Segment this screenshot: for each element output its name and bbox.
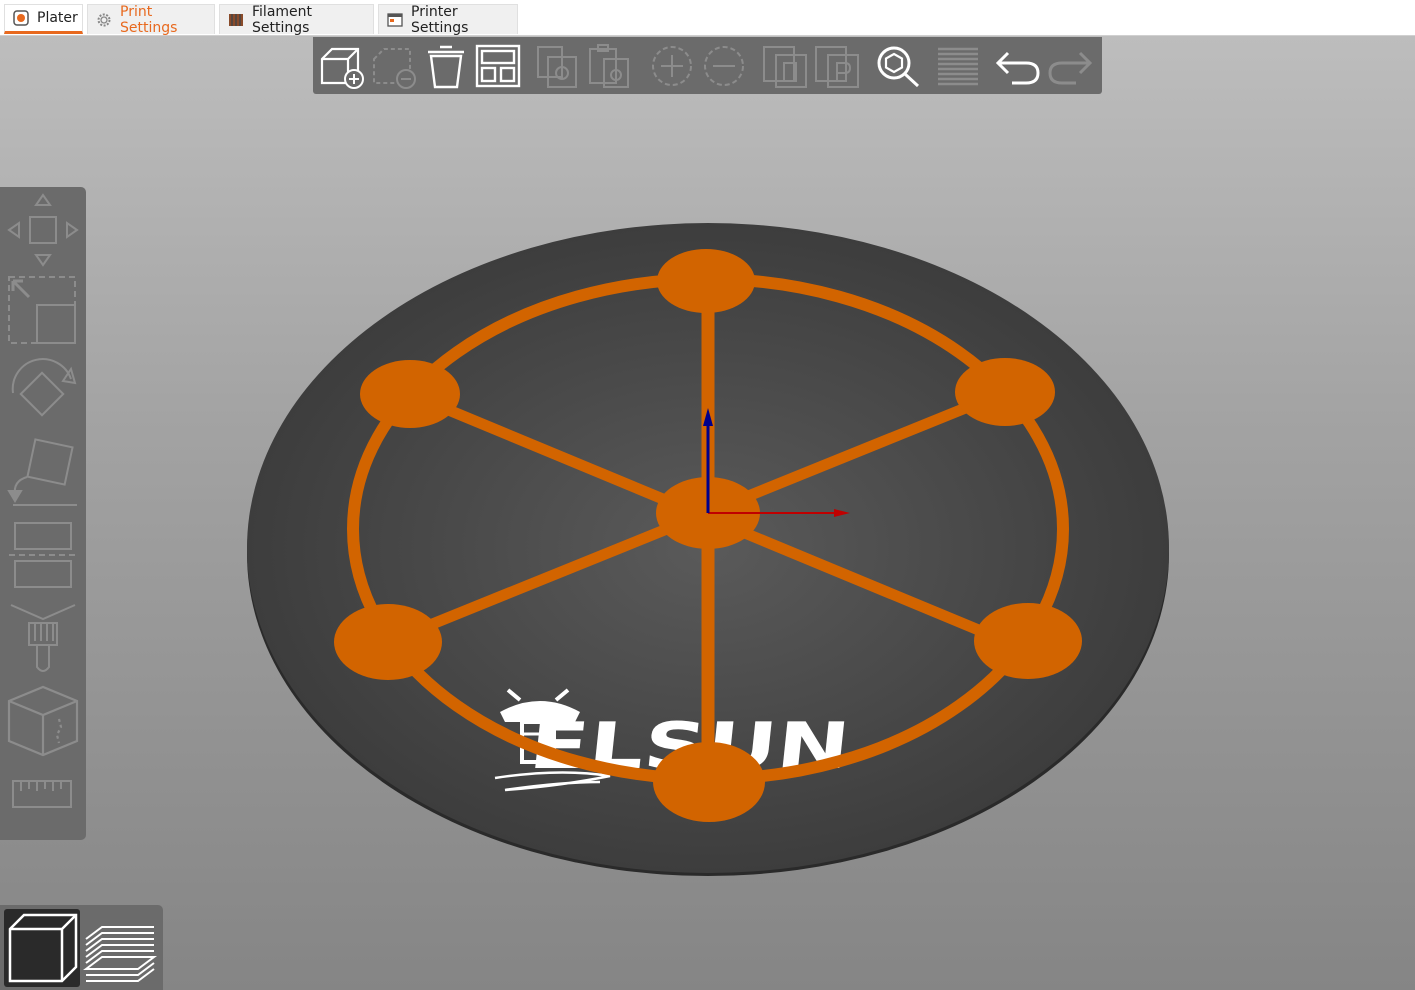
tab-label: Print Settings (120, 3, 178, 36)
plus-circle-icon (652, 46, 692, 86)
cut-icon (9, 522, 77, 588)
model-node (955, 358, 1055, 426)
search-button[interactable] (874, 43, 922, 89)
print-settings-gear-icon (96, 12, 112, 28)
measure-button[interactable] (5, 765, 81, 825)
paint-brush-icon (10, 604, 76, 672)
redo-button[interactable] (1046, 43, 1094, 89)
copy-icon (537, 46, 577, 88)
delete-button[interactable] (370, 43, 418, 89)
filament-spool-icon (228, 12, 244, 28)
add-button[interactable] (318, 43, 366, 89)
tab-label: Filament Settings (252, 3, 313, 36)
tab-label: Printer Settings (411, 3, 469, 36)
layers-icon (938, 47, 978, 86)
model-node (653, 742, 765, 822)
view-toolbar (0, 905, 163, 990)
3d-scene: ELSUN (247, 223, 1169, 876)
preview-button[interactable] (82, 909, 158, 987)
plater-icon (13, 10, 29, 26)
paint-supports-button[interactable] (5, 601, 81, 677)
paste-button[interactable] (586, 43, 634, 89)
undo-icon (995, 51, 1040, 85)
copy-button[interactable] (534, 43, 582, 89)
place-on-face-button[interactable] (5, 437, 81, 513)
arrange-button[interactable] (474, 43, 522, 89)
remove-instance-button[interactable] (700, 43, 748, 89)
delete-object-icon (373, 48, 416, 89)
place-on-face-icon (7, 438, 77, 506)
printer-window-icon (387, 12, 403, 28)
split-objects-button[interactable] (762, 43, 810, 89)
split-parts-icon (815, 46, 859, 88)
arrange-icon (475, 44, 521, 88)
add-instance-button[interactable] (648, 43, 696, 89)
tab-print-settings[interactable]: Print Settings (87, 3, 215, 36)
ruler-icon (12, 780, 72, 808)
paste-icon (589, 44, 629, 88)
tab-plater[interactable]: Plater (4, 4, 83, 34)
rotate-icon (11, 358, 77, 417)
3d-viewport[interactable]: ELSUN (0, 36, 1415, 990)
scale-button[interactable] (5, 273, 81, 349)
cube-view-icon (8, 913, 78, 983)
trash-icon (428, 45, 464, 89)
scale-icon (8, 276, 76, 344)
model-node (657, 249, 755, 313)
minus-circle-icon (704, 46, 744, 86)
3d-view-button[interactable] (4, 909, 80, 987)
tab-printer-settings[interactable]: Printer Settings (378, 3, 518, 36)
cut-button[interactable] (5, 519, 81, 595)
tab-bar: Plater Print Settings Filament Settings … (0, 0, 1415, 36)
seam-button[interactable] (5, 683, 81, 759)
undo-button[interactable] (994, 43, 1042, 89)
split-parts-button[interactable] (814, 43, 862, 89)
rotate-button[interactable] (5, 355, 81, 431)
model-node (974, 603, 1082, 679)
add-object-icon (320, 47, 364, 89)
gizmo-toolbar (0, 187, 86, 840)
main-toolbar (313, 37, 1102, 94)
search-icon (877, 46, 920, 88)
tab-label: Plater (37, 10, 78, 26)
seam-cube-icon (7, 685, 79, 757)
layers-editing-button[interactable] (934, 43, 982, 89)
move-icon (7, 193, 79, 267)
model-node (334, 604, 442, 680)
tab-filament-settings[interactable]: Filament Settings (219, 3, 374, 36)
delete-all-button[interactable] (422, 43, 470, 89)
redo-icon (1048, 51, 1093, 85)
split-objects-icon (763, 46, 807, 88)
model-node (360, 360, 460, 428)
move-button[interactable] (5, 191, 81, 267)
layers-preview-icon (83, 926, 157, 982)
